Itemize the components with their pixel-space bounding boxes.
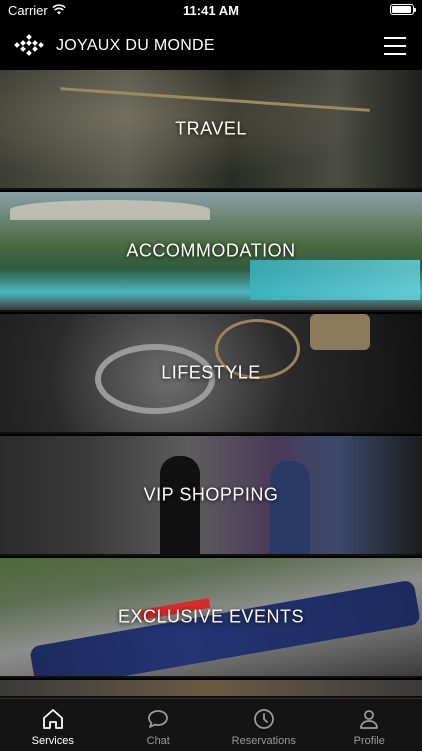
logo-icon <box>14 34 44 58</box>
home-icon <box>41 707 65 731</box>
tile-label: EXCLUSIVE EVENTS <box>0 607 422 628</box>
status-bar: Carrier 11:41 AM <box>0 0 422 22</box>
race-car-image <box>29 579 421 678</box>
tile-exclusive-events[interactable]: EXCLUSIVE EVENTS <box>0 558 422 678</box>
tab-bar: Services Chat Reservations Profile <box>0 698 422 751</box>
clock-icon <box>252 707 276 731</box>
tab-label: Reservations <box>232 735 296 747</box>
pool-image <box>250 260 420 300</box>
hamburger-menu-button[interactable] <box>384 37 406 55</box>
tab-chat[interactable]: Chat <box>106 699 212 751</box>
service-tiles-list: TRAVEL ACCOMMODATION LIFESTYLE VIP SHOPP… <box>0 70 422 698</box>
tab-profile[interactable]: Profile <box>317 699 422 751</box>
app-header: JOYAUX DU MONDE <box>0 22 422 70</box>
tile-lifestyle[interactable]: LIFESTYLE <box>0 314 422 434</box>
tile-vip-shopping[interactable]: VIP SHOPPING <box>0 436 422 556</box>
menu-bar-icon <box>384 53 406 55</box>
tile-accommodation[interactable]: ACCOMMODATION <box>0 192 422 312</box>
tab-services[interactable]: Services <box>0 699 106 751</box>
tab-label: Chat <box>147 735 170 747</box>
menu-bar-icon <box>384 37 406 39</box>
tile-label: LIFESTYLE <box>0 363 422 384</box>
model-figure-image <box>270 461 310 556</box>
menu-bar-icon <box>384 45 406 47</box>
chat-bubble-icon <box>146 707 170 731</box>
tab-label: Services <box>32 735 74 747</box>
brand-title: JOYAUX DU MONDE <box>56 37 215 55</box>
clock-time: 11:41 AM <box>0 3 422 18</box>
tab-label: Profile <box>354 735 385 747</box>
tile-label: VIP SHOPPING <box>0 485 422 506</box>
tile-label: TRAVEL <box>0 119 422 140</box>
parasol-image <box>10 200 210 220</box>
tile-partial[interactable] <box>0 680 422 698</box>
tile-travel[interactable]: TRAVEL <box>0 70 422 190</box>
tile-label: ACCOMMODATION <box>0 241 422 262</box>
model-figure-image <box>160 456 200 556</box>
tab-reservations[interactable]: Reservations <box>211 699 317 751</box>
person-icon <box>357 707 381 731</box>
tool-handle-image <box>310 314 370 350</box>
battery-icon <box>390 4 414 15</box>
